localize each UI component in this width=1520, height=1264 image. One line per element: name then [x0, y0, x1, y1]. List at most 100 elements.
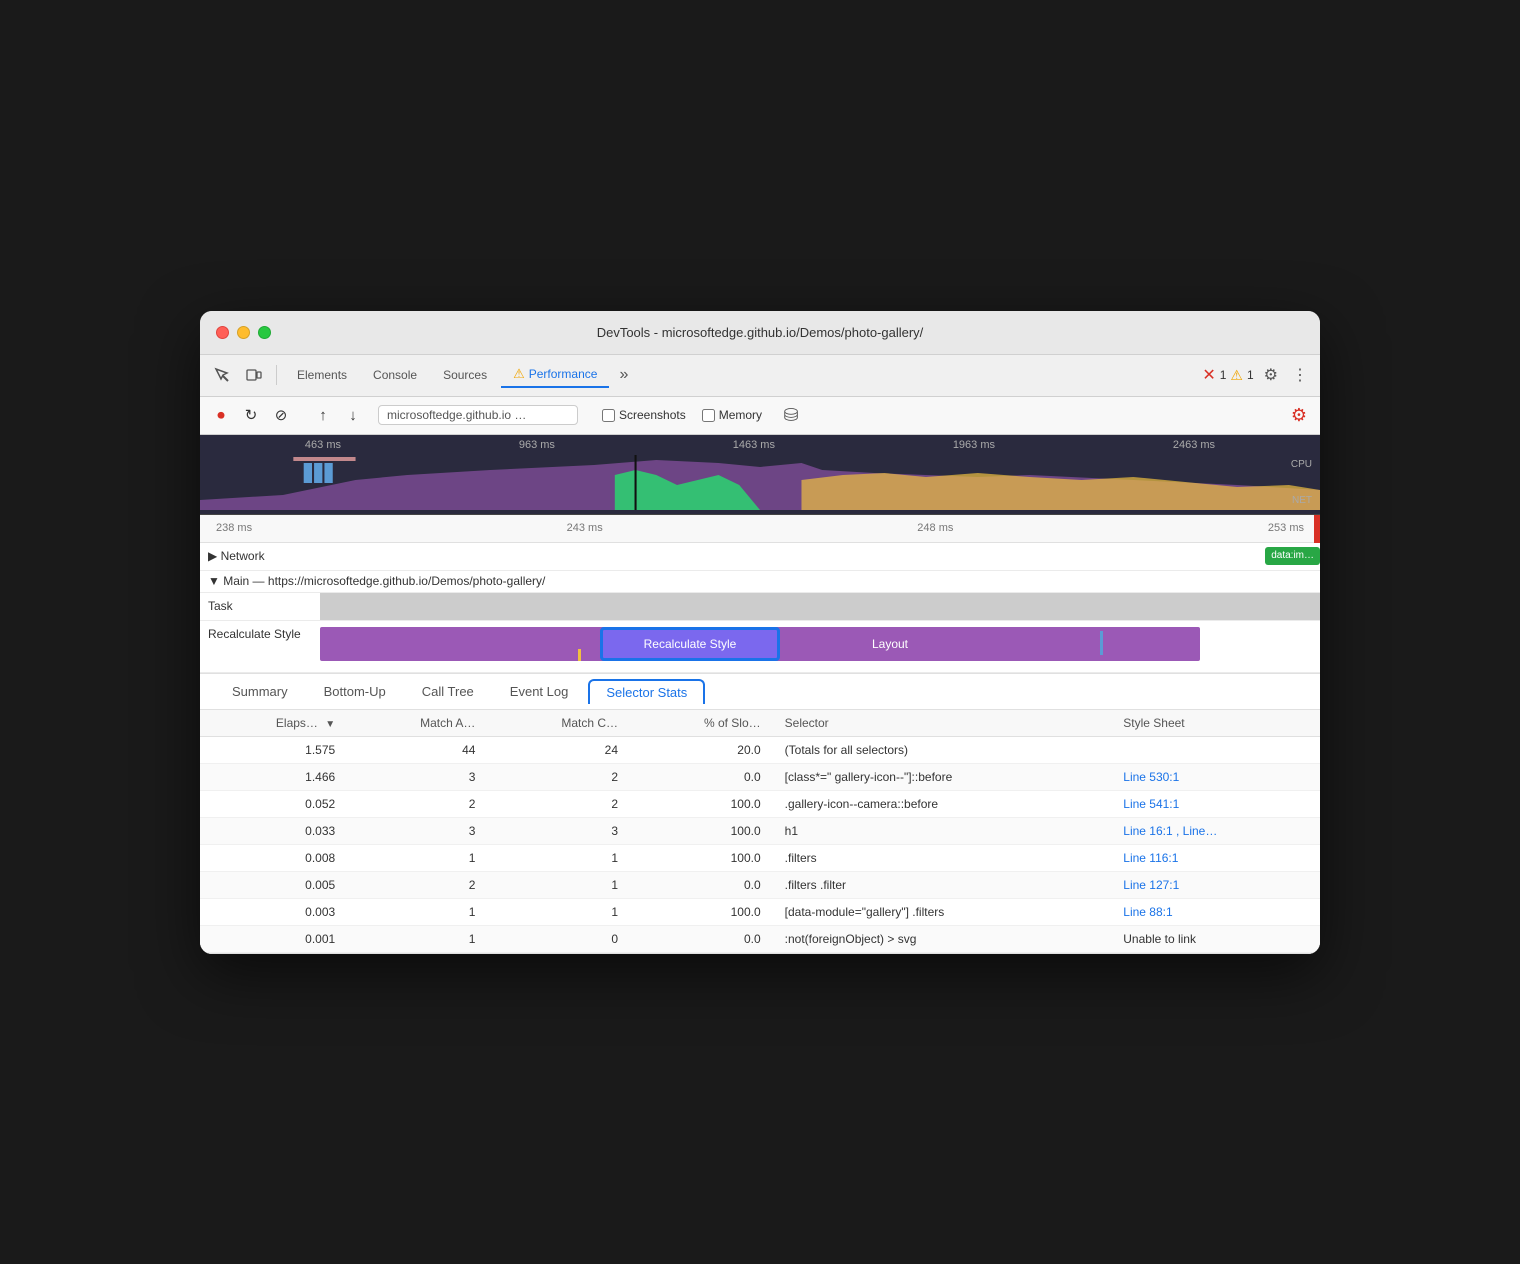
memory-checkbox[interactable] [702, 409, 715, 422]
cell-stylesheet-2: Line 541:1 [1111, 790, 1320, 817]
maximize-button[interactable] [258, 326, 271, 339]
main-track-label: ▼ Main — https://microsoftedge.github.io… [200, 574, 553, 588]
ts-2: 963 ms [519, 439, 555, 451]
tab-console[interactable]: Console [361, 364, 429, 386]
main-content: 463 ms 963 ms 1463 ms 1963 ms 2463 ms [200, 435, 1320, 954]
tab-bar: Elements Console Sources ⚠ Performance » [285, 362, 1190, 388]
cell-pct-6: 100.0 [630, 898, 773, 925]
time-ruler: 238 ms 243 ms 248 ms 253 ms [200, 515, 1320, 543]
recalc-track: Recalculate Style Recalculate Style Layo… [200, 621, 1320, 673]
col-stylesheet[interactable]: Style Sheet [1111, 710, 1320, 737]
tab-selector-stats[interactable]: Selector Stats [588, 679, 705, 704]
cell-selector-0: (Totals for all selectors) [773, 736, 1112, 763]
col-elapsed[interactable]: Elaps… ▼ [200, 710, 347, 737]
cell-match-a-4: 1 [347, 844, 487, 871]
cell-selector-7: :not(foreignObject) > svg [773, 925, 1112, 952]
stylesheet-link-3[interactable]: Line 16:1 , Line… [1123, 824, 1217, 838]
upload-button[interactable]: ↑ [310, 402, 336, 428]
task-label: Task [200, 599, 320, 613]
devtools-window: DevTools - microsoftedge.github.io/Demos… [200, 311, 1320, 954]
cpu-label: CPU [1291, 459, 1312, 470]
screenshots-checkbox[interactable] [602, 409, 615, 422]
cell-elapsed-3: 0.033 [200, 817, 347, 844]
cell-stylesheet-3: Line 16:1 , Line… [1111, 817, 1320, 844]
recalc-highlight-block[interactable]: Recalculate Style [600, 627, 780, 661]
tab-bottom-up[interactable]: Bottom-Up [308, 678, 402, 705]
performance-warn-icon: ⚠ [513, 366, 525, 382]
timeline-graph[interactable]: CPU NET [200, 455, 1320, 510]
layout-bar[interactable]: Layout [790, 627, 990, 661]
table-row: 0.001 1 0 0.0 :not(foreignObject) > svg … [200, 925, 1320, 952]
settings-gear-icon[interactable]: ⚙ [1286, 402, 1312, 428]
stylesheet-link-4[interactable]: Line 116:1 [1123, 851, 1178, 865]
stylesheet-link-5[interactable]: Line 127:1 [1123, 878, 1179, 892]
tab-call-tree[interactable]: Call Tree [406, 678, 490, 705]
col-match-count[interactable]: Match C… [487, 710, 630, 737]
timeline-overview: 463 ms 963 ms 1463 ms 1963 ms 2463 ms [200, 435, 1320, 515]
cell-stylesheet-5: Line 127:1 [1111, 871, 1320, 898]
cell-match-c-5: 1 [487, 871, 630, 898]
separator [276, 365, 277, 385]
cell-match-c-1: 2 [487, 763, 630, 790]
tab-event-log[interactable]: Event Log [494, 678, 585, 705]
record-button[interactable]: ⏺ [208, 402, 234, 428]
cell-stylesheet-1: Line 530:1 [1111, 763, 1320, 790]
screenshots-checkbox-group: Screenshots [602, 408, 686, 422]
network-track-content[interactable]: data:im… [320, 543, 1320, 570]
table-row: 0.008 1 1 100.0 .filters Line 116:1 [200, 844, 1320, 871]
cell-selector-6: [data-module="gallery"] .filters [773, 898, 1112, 925]
tab-performance[interactable]: ⚠ Performance [501, 362, 609, 388]
table-container: Elaps… ▼ Match A… Match C… % of Slo… Sel… [200, 710, 1320, 953]
cell-match-c-3: 3 [487, 817, 630, 844]
ts-3: 1463 ms [733, 439, 775, 451]
stylesheet-link-2[interactable]: Line 541:1 [1123, 797, 1179, 811]
screenshots-label: Screenshots [619, 408, 686, 422]
more-tabs-button[interactable]: » [611, 362, 636, 388]
error-circle-icon: ✕ [1202, 365, 1215, 385]
stylesheet-link-1[interactable]: Line 530:1 [1123, 770, 1179, 784]
window-title: DevTools - microsoftedge.github.io/Demos… [597, 325, 924, 340]
clear-recording-icon[interactable]: ⛁ [778, 402, 804, 428]
col-match-attempts[interactable]: Match A… [347, 710, 487, 737]
tabs-panel: Summary Bottom-Up Call Tree Event Log Se… [200, 674, 1320, 954]
download-button[interactable]: ↓ [340, 402, 366, 428]
minimize-button[interactable] [237, 326, 250, 339]
time-marker-1: 238 ms [216, 522, 252, 534]
traffic-lights [216, 326, 271, 339]
cell-selector-3: h1 [773, 817, 1112, 844]
col-selector[interactable]: Selector [773, 710, 1112, 737]
memory-label: Memory [719, 408, 762, 422]
close-button[interactable] [216, 326, 229, 339]
toolbar-right: ✕ 1 ⚠ 1 ⚙ ⋮ [1202, 361, 1312, 389]
tab-elements[interactable]: Elements [285, 364, 359, 386]
warn-triangle-icon: ⚠ [1230, 367, 1243, 384]
secondary-toolbar: ⏺ ↻ ⊘ ↑ ↓ microsoftedge.github.io … Scre… [200, 397, 1320, 435]
time-cursor-marker [1314, 515, 1320, 543]
table-row: 1.466 3 2 0.0 [class*=" gallery-icon--"]… [200, 763, 1320, 790]
cell-elapsed-6: 0.003 [200, 898, 347, 925]
more-options-icon[interactable]: ⋮ [1288, 361, 1312, 389]
url-display: microsoftedge.github.io … [378, 405, 578, 425]
task-content[interactable] [320, 593, 1320, 620]
inspect-icon[interactable] [208, 361, 236, 389]
tab-summary[interactable]: Summary [216, 678, 304, 705]
refresh-button[interactable]: ↻ [238, 402, 264, 428]
stylesheet-link-6[interactable]: Line 88:1 [1123, 905, 1172, 919]
col-pct-slow[interactable]: % of Slo… [630, 710, 773, 737]
cell-elapsed-0: 1.575 [200, 736, 347, 763]
cell-elapsed-4: 0.008 [200, 844, 347, 871]
ts-1: 463 ms [305, 439, 341, 451]
clear-button[interactable]: ⊘ [268, 402, 294, 428]
cell-stylesheet-0 [1111, 736, 1320, 763]
time-marker-2: 243 ms [567, 522, 603, 534]
settings-icon[interactable]: ⚙ [1260, 361, 1282, 389]
table-row: 0.052 2 2 100.0 .gallery-icon--camera::b… [200, 790, 1320, 817]
device-toolbar-icon[interactable] [240, 361, 268, 389]
tab-sources[interactable]: Sources [431, 364, 499, 386]
cell-match-a-0: 44 [347, 736, 487, 763]
sort-arrow: ▼ [325, 719, 335, 730]
time-markers: 238 ms 243 ms 248 ms 253 ms [216, 522, 1304, 534]
perf-overview: 463 ms 963 ms 1463 ms 1963 ms 2463 ms [200, 435, 1320, 515]
network-bar: data:im… [1265, 547, 1320, 565]
flame-canvas[interactable]: Recalculate Style Layout [320, 621, 1320, 672]
